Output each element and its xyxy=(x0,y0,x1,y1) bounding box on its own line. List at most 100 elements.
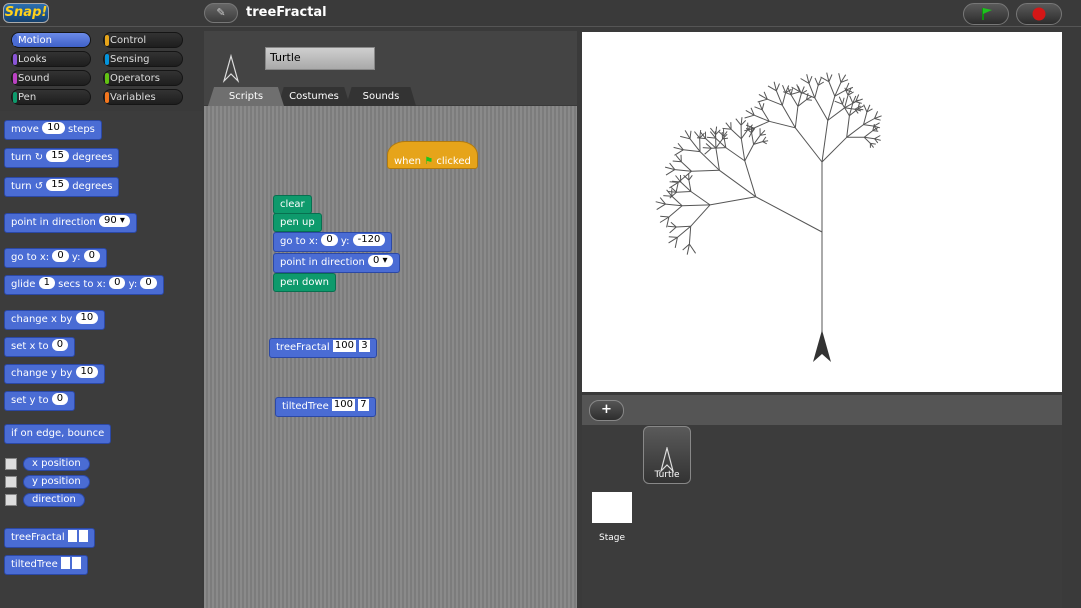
category-motion[interactable]: Motion xyxy=(11,32,91,48)
y-position-reporter[interactable]: y position xyxy=(23,475,90,489)
sensing-color-dot xyxy=(105,54,109,65)
project-title: treeFractal xyxy=(246,5,327,20)
x-input[interactable]: 0 xyxy=(321,234,338,246)
stop-button[interactable] xyxy=(1016,3,1062,25)
tilted-tree-custom-block[interactable]: tiltedTree xyxy=(4,555,88,575)
category-pen[interactable]: Pen xyxy=(11,89,91,105)
tab-sounds[interactable]: Sounds xyxy=(346,87,416,106)
category-label: Sound xyxy=(18,73,50,84)
tilted-tree-script-block[interactable]: tiltedTree 100 7 xyxy=(275,397,376,417)
go-to-xy-block[interactable]: go to x: 0 y: 0 xyxy=(4,248,108,268)
direction-checkbox[interactable] xyxy=(5,494,17,506)
glide-block[interactable]: glide 1 secs to x: 0 y: 0 xyxy=(4,275,164,295)
block-text: y: xyxy=(340,236,350,247)
category-label: Sensing xyxy=(110,54,150,65)
stage[interactable] xyxy=(582,32,1062,392)
x-position-reporter[interactable]: x position xyxy=(23,457,90,471)
block-text: point in direction xyxy=(11,217,96,228)
move-steps-block[interactable]: move 10 steps xyxy=(4,120,102,140)
block-text: tiltedTree xyxy=(11,559,58,570)
snap-logo-button[interactable]: Snap! xyxy=(3,3,49,23)
point-in-direction-block[interactable]: point in direction 90 ▾ xyxy=(4,213,137,233)
x-position-checkbox[interactable] xyxy=(5,458,17,470)
bounce-block[interactable]: if on edge, bounce xyxy=(4,424,112,444)
secs-input[interactable]: 1 xyxy=(38,277,55,289)
set-x-block[interactable]: set x to 0 xyxy=(4,337,76,357)
turn-clockwise-block[interactable]: turn ↻ 15 degrees xyxy=(4,148,120,168)
sound-color-dot xyxy=(13,73,17,84)
sprite-thumbnail-label: Turtle xyxy=(654,470,680,480)
size-input[interactable]: 100 xyxy=(331,399,356,411)
level-input[interactable]: 7 xyxy=(358,399,369,411)
tree-branches xyxy=(655,72,882,332)
block-text: go to x: xyxy=(11,252,50,263)
empty-input[interactable] xyxy=(78,530,88,542)
category-sensing[interactable]: Sensing xyxy=(103,51,183,67)
value-input[interactable]: 0 xyxy=(51,339,69,351)
category-control[interactable]: Control xyxy=(103,32,183,48)
block-text: move xyxy=(11,124,39,135)
category-label: Operators xyxy=(110,73,160,84)
sprite-corral-bar xyxy=(582,395,1062,425)
y-input[interactable]: -120 xyxy=(352,234,386,246)
block-text: glide xyxy=(11,279,36,290)
degrees-input[interactable]: 15 xyxy=(46,150,70,162)
change-y-block[interactable]: change y by 10 xyxy=(4,364,106,384)
turtle-sprite-thumbnail[interactable]: Turtle xyxy=(643,426,691,484)
turn-counterclockwise-block[interactable]: turn ↺ 15 degrees xyxy=(4,177,120,197)
green-flag-icon: ⚑ xyxy=(424,156,434,167)
when-flag-clicked-hat-block[interactable]: when ⚑ clicked xyxy=(387,141,478,169)
pen-down-block[interactable]: pen down xyxy=(273,273,336,292)
y-input[interactable]: 0 xyxy=(83,250,101,262)
empty-input[interactable] xyxy=(60,557,70,569)
turtle-sprite-icon[interactable] xyxy=(813,330,831,362)
direction-dropdown[interactable]: 90 ▾ xyxy=(99,215,130,227)
category-sound[interactable]: Sound xyxy=(11,70,91,86)
value-input[interactable]: 0 xyxy=(51,393,69,405)
pen-color-dot xyxy=(13,92,17,103)
set-y-block[interactable]: set y to 0 xyxy=(4,391,76,411)
tree-fractal-custom-block[interactable]: treeFractal xyxy=(4,528,95,548)
category-label: Pen xyxy=(18,92,37,103)
point-in-direction-script-block[interactable]: point in direction 0 ▾ xyxy=(273,253,400,273)
variables-color-dot xyxy=(105,92,109,103)
x-input[interactable]: 0 xyxy=(52,250,69,262)
direction-reporter[interactable]: direction xyxy=(23,493,85,507)
y-input[interactable]: 0 xyxy=(140,277,157,289)
block-text: change x by xyxy=(11,314,73,325)
block-text: y: xyxy=(128,279,138,290)
add-sprite-button[interactable]: + xyxy=(589,400,624,421)
go-to-xy-script-block[interactable]: go to x: 0 y: -120 xyxy=(273,232,393,252)
green-flag-button[interactable] xyxy=(963,3,1009,25)
clear-block[interactable]: clear xyxy=(273,195,312,214)
category-variables[interactable]: Variables xyxy=(103,89,183,105)
tree-fractal-script-block[interactable]: treeFractal 100 3 xyxy=(269,338,377,358)
size-input[interactable]: 100 xyxy=(332,340,356,352)
level-input[interactable]: 3 xyxy=(359,340,370,352)
change-x-block[interactable]: change x by 10 xyxy=(4,310,106,330)
degrees-input[interactable]: 15 xyxy=(46,179,70,191)
x-input[interactable]: 0 xyxy=(109,277,126,289)
empty-input[interactable] xyxy=(67,530,77,542)
pen-up-block[interactable]: pen up xyxy=(273,213,322,232)
block-text: treeFractal xyxy=(276,342,330,353)
category-looks[interactable]: Looks xyxy=(11,51,91,67)
category-operators[interactable]: Operators xyxy=(103,70,183,86)
stage-thumbnail[interactable] xyxy=(592,492,632,523)
empty-input[interactable] xyxy=(71,557,81,569)
block-text: go to x: xyxy=(280,236,319,247)
steps-input[interactable]: 10 xyxy=(42,122,65,134)
edit-pencil-button[interactable]: ✎ xyxy=(204,3,238,23)
sprite-name-field[interactable]: Turtle xyxy=(265,47,375,70)
category-label: Variables xyxy=(110,92,156,103)
direction-dropdown[interactable]: 0 ▾ xyxy=(368,255,393,267)
value-input[interactable]: 10 xyxy=(75,312,99,324)
scripts-area[interactable] xyxy=(204,106,577,608)
tab-costumes[interactable]: Costumes xyxy=(278,87,350,106)
value-input[interactable]: 10 xyxy=(75,366,99,378)
pencil-icon: ✎ xyxy=(216,6,226,19)
y-position-checkbox[interactable] xyxy=(5,476,17,488)
tab-scripts[interactable]: Scripts xyxy=(208,87,284,106)
block-text: change y by xyxy=(11,368,73,379)
block-text: secs to x: xyxy=(58,279,106,290)
